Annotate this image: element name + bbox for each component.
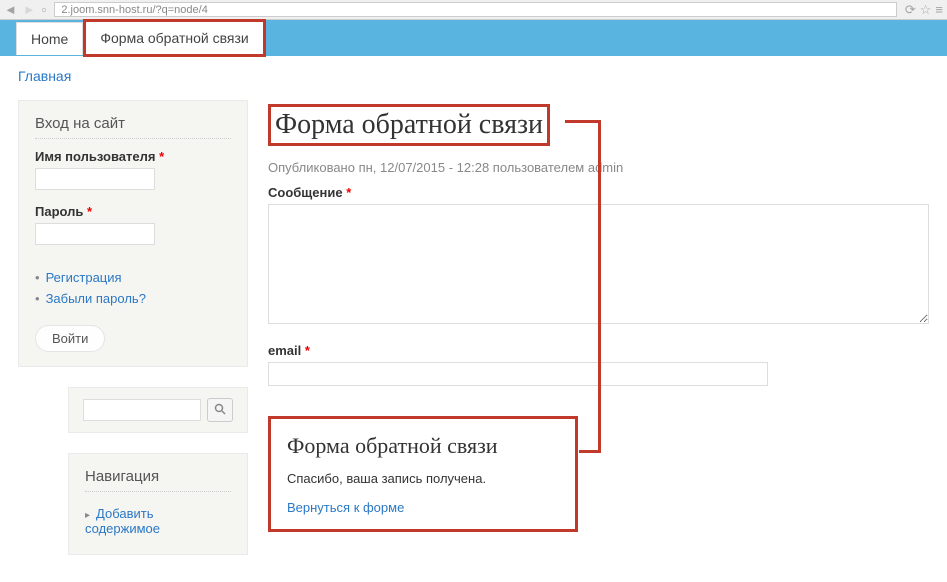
back-to-form-link[interactable]: Вернуться к форме: [287, 500, 404, 515]
search-input[interactable]: [83, 399, 201, 421]
login-links: Регистрация Забыли пароль?: [35, 267, 231, 309]
annotation-connector: [565, 120, 601, 123]
login-block-title: Вход на сайт: [35, 115, 231, 139]
add-content-link[interactable]: Добавить содержимое: [85, 506, 160, 536]
password-input[interactable]: [35, 223, 155, 245]
confirmation-title: Форма обратной связи: [287, 433, 559, 459]
list-item: Забыли пароль?: [35, 288, 231, 309]
username-label: Имя пользователя *: [35, 149, 231, 164]
required-marker: *: [159, 149, 164, 164]
list-item: Добавить содержимое: [85, 502, 231, 540]
register-link[interactable]: Регистрация: [46, 270, 122, 285]
browser-right-icons: ⟳ ☆ ≡: [905, 2, 943, 18]
confirmation-message: Спасибо, ваша запись получена.: [287, 471, 559, 486]
login-block: Вход на сайт Имя пользователя * Пароль *…: [18, 100, 248, 367]
browser-chrome: ◄ ► ▫ 2.joom.snn-host.ru/?q=node/4 ⟳ ☆ ≡: [0, 0, 947, 20]
back-icon[interactable]: ◄: [4, 2, 17, 17]
tab-home[interactable]: Home: [16, 22, 83, 55]
sidebar: Вход на сайт Имя пользователя * Пароль *…: [18, 100, 248, 555]
navigation-block-title: Навигация: [85, 468, 231, 492]
reload-icon[interactable]: ⟳: [905, 2, 916, 18]
page-title: Форма обратной связи: [275, 109, 543, 141]
star-icon[interactable]: ☆: [920, 2, 932, 18]
forgot-password-link[interactable]: Забыли пароль?: [46, 291, 146, 306]
navigation-list: Добавить содержимое: [85, 502, 231, 540]
menu-icon[interactable]: ≡: [935, 2, 943, 18]
required-marker: *: [305, 343, 310, 358]
breadcrumb-home[interactable]: Главная: [18, 68, 71, 84]
url-bar[interactable]: 2.joom.snn-host.ru/?q=node/4: [54, 2, 896, 17]
tab-feedback-form[interactable]: Форма обратной связи: [83, 19, 265, 57]
annotation-connector: [579, 450, 601, 453]
username-input[interactable]: [35, 168, 155, 190]
navigation-block: Навигация Добавить содержимое: [68, 453, 248, 555]
page-body: Вход на сайт Имя пользователя * Пароль *…: [0, 84, 947, 571]
annotation-connector: [598, 120, 601, 450]
main-content: Форма обратной связи Опубликовано пн, 12…: [268, 100, 929, 532]
forward-icon[interactable]: ►: [23, 2, 36, 17]
password-label: Пароль *: [35, 204, 231, 219]
search-button[interactable]: [207, 398, 233, 422]
search-block: [68, 387, 248, 433]
login-button[interactable]: Войти: [35, 325, 105, 352]
page-title-highlight: Форма обратной связи: [268, 104, 550, 146]
breadcrumb: Главная: [0, 56, 947, 84]
page-icon: ▫: [42, 2, 47, 17]
tabs-bar: Home Форма обратной связи: [0, 20, 947, 56]
required-marker: *: [87, 204, 92, 219]
required-marker: *: [346, 185, 351, 200]
search-icon: [214, 403, 226, 418]
confirmation-box: Форма обратной связи Спасибо, ваша запис…: [268, 416, 578, 532]
email-input[interactable]: [268, 362, 768, 386]
list-item: Регистрация: [35, 267, 231, 288]
browser-nav-icons: ◄ ► ▫: [4, 2, 46, 17]
